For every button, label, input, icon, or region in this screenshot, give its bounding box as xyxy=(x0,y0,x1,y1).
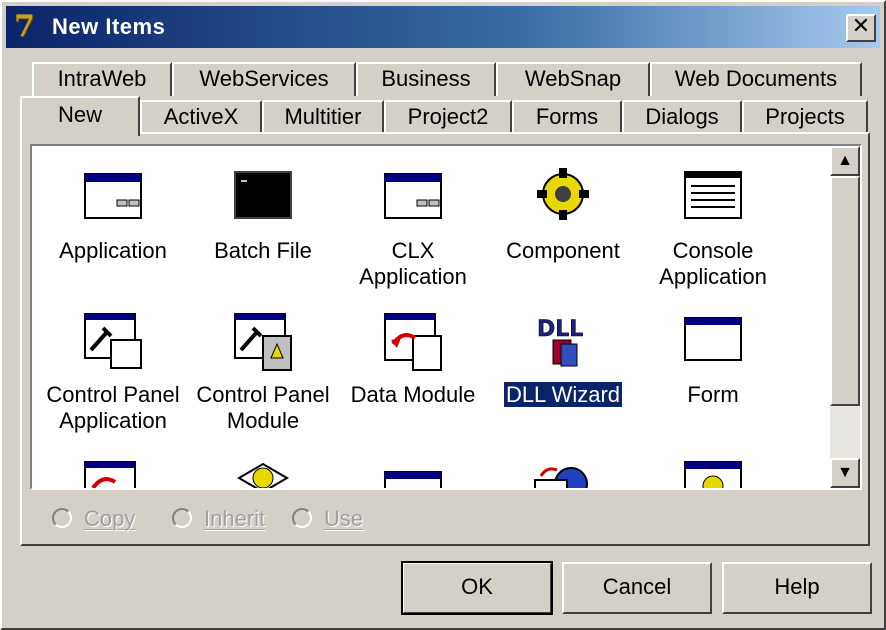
item-label: CLX xyxy=(391,238,435,263)
tab-webservices[interactable]: WebServices xyxy=(172,62,356,96)
tab-web-documents[interactable]: Web Documents xyxy=(650,62,862,96)
item-clx-application[interactable]: CLX Application xyxy=(338,166,488,289)
tab-new[interactable]: New xyxy=(20,96,140,136)
tab-activex[interactable]: ActiveX xyxy=(140,100,262,134)
scroll-up-button[interactable]: ▲ xyxy=(830,146,860,176)
tab-project2[interactable]: Project2 xyxy=(384,100,512,134)
radio-circle xyxy=(292,508,312,528)
title-bar[interactable]: 7 New Items ✕ xyxy=(6,6,880,48)
scroll-up-arrow-icon: ▲ xyxy=(837,152,853,169)
scroll-down-button[interactable]: ▼ xyxy=(830,458,860,488)
item-label-2: Module xyxy=(226,408,300,433)
help-button[interactable]: Help xyxy=(722,562,872,614)
control-panel-module-icon xyxy=(234,313,292,371)
item-label: Component xyxy=(506,238,620,263)
item-label: Batch File xyxy=(214,238,312,263)
item-label: DLL Wizard xyxy=(502,381,624,408)
tab-projects[interactable]: Projects xyxy=(742,100,868,134)
item-console-application[interactable]: Console Application xyxy=(638,166,788,289)
ok-button[interactable]: OK xyxy=(401,561,553,615)
tab-multitier[interactable]: Multitier xyxy=(262,100,384,134)
radio-use-label: Use xyxy=(324,506,364,531)
item-data-module[interactable]: Data Module xyxy=(338,310,488,450)
item-label: Control Panel xyxy=(46,382,180,407)
item-batch-file[interactable]: Batch File xyxy=(188,166,338,286)
new-items-dialog: 7 New Items ✕ IntraWeb WebServices Busin… xyxy=(0,0,886,630)
clx-application-icon xyxy=(384,173,442,219)
gear-window-partial-icon xyxy=(684,461,742,488)
radio-inherit-label: Inherit xyxy=(204,506,266,531)
window-title: New Items xyxy=(52,14,166,39)
item-control-panel-application[interactable]: Control Panel Application xyxy=(38,310,188,450)
dll-wizard-icon: DLL xyxy=(537,317,584,367)
scroll-thumb[interactable] xyxy=(830,176,860,406)
form-icon xyxy=(684,317,742,361)
application-icon xyxy=(84,173,142,219)
tab-websnap[interactable]: WebSnap xyxy=(496,62,650,96)
component-package-partial-icon xyxy=(237,462,289,488)
tab-intraweb[interactable]: IntraWeb xyxy=(32,62,172,96)
item-label: Application xyxy=(59,238,167,263)
data-module-partial-icon xyxy=(84,461,136,488)
item-control-panel-module[interactable]: Control Panel Module xyxy=(188,310,338,450)
item-application[interactable]: Application xyxy=(38,166,188,286)
item-form[interactable]: Form xyxy=(638,310,788,450)
item-label: Form xyxy=(687,382,739,407)
close-button[interactable]: ✕ xyxy=(846,14,876,42)
tab-business[interactable]: Business xyxy=(356,62,496,96)
batch-file-icon xyxy=(234,171,292,219)
vertical-scrollbar[interactable]: ▲ ▼ xyxy=(830,146,860,488)
item-label-2: Application xyxy=(359,264,467,289)
radio-circle xyxy=(52,508,72,528)
tab-dialogs[interactable]: Dialogs xyxy=(622,100,742,134)
item-label-2: Application xyxy=(659,264,767,289)
item-label: Data Module xyxy=(350,382,476,407)
item-component[interactable]: Component xyxy=(488,166,638,286)
web-globe-partial-icon xyxy=(534,467,588,488)
radio-copy-label: Copy xyxy=(84,506,136,531)
console-application-icon xyxy=(684,171,742,219)
scroll-down-arrow-icon: ▼ xyxy=(837,464,853,481)
radio-circle xyxy=(172,508,192,528)
items-list-view[interactable]: Application Batch File CLX Application C… xyxy=(30,144,862,490)
svg-text:DLL: DLL xyxy=(537,317,583,342)
window-partial-icon xyxy=(384,471,442,488)
item-label: Control Panel xyxy=(196,382,330,407)
data-module-icon xyxy=(384,313,442,371)
cancel-button[interactable]: Cancel xyxy=(562,562,712,614)
item-label-2: Application xyxy=(59,408,167,433)
item-label: Console xyxy=(672,238,754,263)
item-dll-wizard[interactable]: DLL DLL Wizard xyxy=(488,310,638,450)
delphi-app-icon: 7 xyxy=(14,9,35,44)
tab-panel: Application Batch File CLX Application C… xyxy=(20,132,870,546)
component-gear-icon xyxy=(537,168,589,220)
tab-forms[interactable]: Forms xyxy=(512,100,622,134)
control-panel-application-icon xyxy=(84,313,142,369)
